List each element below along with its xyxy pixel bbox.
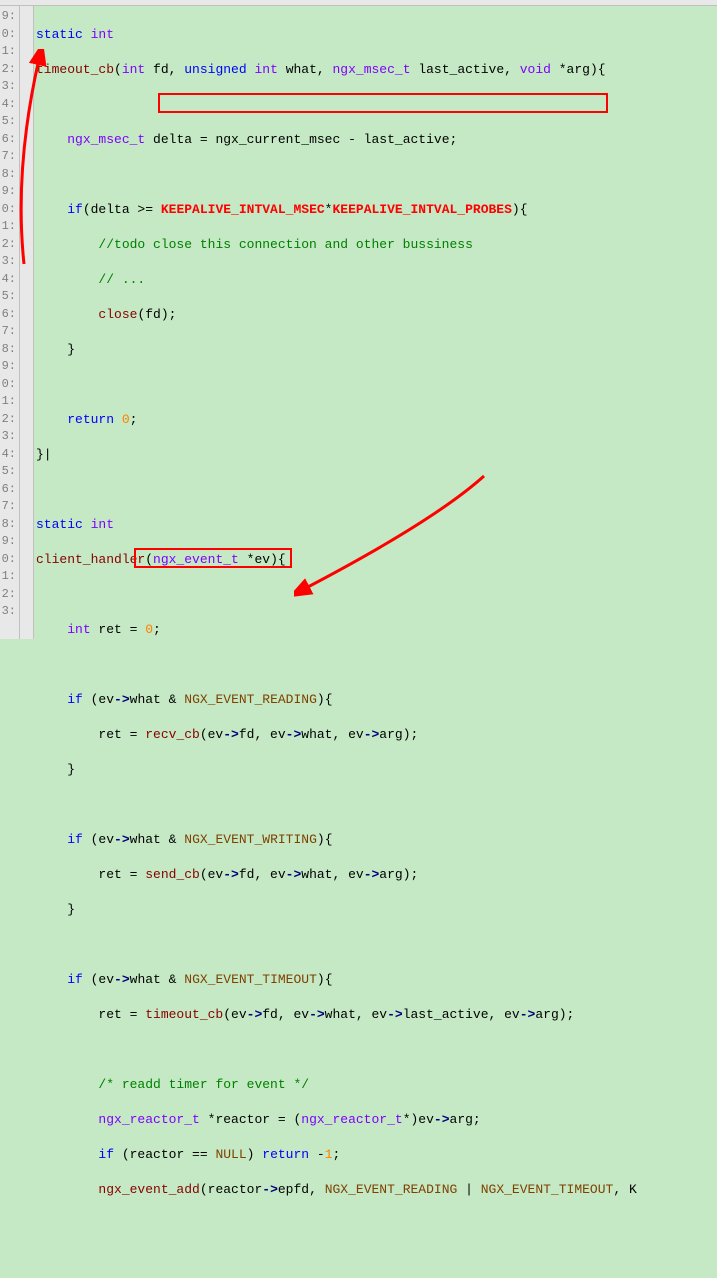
code-line: if (ev->what & NGX_EVENT_TIMEOUT){ <box>36 971 717 989</box>
line-number: 1: <box>0 218 19 236</box>
line-number: 8: <box>0 166 19 184</box>
code-editor: 9: 0: 1: 2: 3: 4: 5: 6: 7: 8: 9: 0: 1: 2… <box>0 6 717 639</box>
code-line <box>36 1041 717 1059</box>
code-line <box>36 796 717 814</box>
code-line: /* readd timer for event */ <box>36 1076 717 1094</box>
code-line: } <box>36 901 717 919</box>
code-line: ngx_msec_t delta = ngx_current_msec - la… <box>36 131 717 149</box>
line-number: 0: <box>0 376 19 394</box>
code-line: ret = timeout_cb(ev->fd, ev->what, ev->l… <box>36 1006 717 1024</box>
line-number: 3: <box>0 428 19 446</box>
line-number: 1: <box>0 43 19 61</box>
code-line: } <box>36 341 717 359</box>
code-line: if (ev->what & NGX_EVENT_WRITING){ <box>36 831 717 849</box>
line-number-gutter: 9: 0: 1: 2: 3: 4: 5: 6: 7: 8: 9: 0: 1: 2… <box>0 6 20 639</box>
code-line: if (ev->what & NGX_EVENT_READING){ <box>36 691 717 709</box>
line-number: 5: <box>0 113 19 131</box>
line-number: 6: <box>0 131 19 149</box>
code-line: static int <box>36 26 717 44</box>
line-number: 0: <box>0 551 19 569</box>
line-number: 1: <box>0 393 19 411</box>
line-number: 4: <box>0 446 19 464</box>
line-number: 9: <box>0 8 19 26</box>
line-number: 8: <box>0 341 19 359</box>
code-line: //todo close this connection and other b… <box>36 236 717 254</box>
code-line <box>36 936 717 954</box>
line-number: 2: <box>0 61 19 79</box>
line-number: 0: <box>0 26 19 44</box>
line-number: 3: <box>0 603 19 621</box>
code-line <box>36 656 717 674</box>
code-line: } <box>36 761 717 779</box>
line-number: 6: <box>0 306 19 324</box>
code-line: ret = recv_cb(ev->fd, ev->what, ev->arg)… <box>36 726 717 744</box>
code-line: ngx_reactor_t *reactor = (ngx_reactor_t*… <box>36 1111 717 1129</box>
code-line: }| <box>36 446 717 464</box>
line-number: 5: <box>0 288 19 306</box>
line-number: 1: <box>0 568 19 586</box>
code-area[interactable]: static int timeout_cb(int fd, unsigned i… <box>34 6 717 639</box>
code-line: if(delta >= KEEPALIVE_INTVAL_MSEC*KEEPAL… <box>36 201 717 219</box>
code-line: static int <box>36 516 717 534</box>
code-line: return 0; <box>36 411 717 429</box>
code-line: timeout_cb(int fd, unsigned int what, ng… <box>36 61 717 79</box>
line-number: 7: <box>0 148 19 166</box>
line-number: 6: <box>0 481 19 499</box>
code-line: if (reactor == NULL) return -1; <box>36 1146 717 1164</box>
code-line: // ... <box>36 271 717 289</box>
code-line: int ret = 0; <box>36 621 717 639</box>
code-line <box>36 481 717 499</box>
line-number: 0: <box>0 201 19 219</box>
code-line <box>36 96 717 114</box>
line-number: 2: <box>0 236 19 254</box>
code-line <box>36 166 717 184</box>
line-number: 3: <box>0 253 19 271</box>
line-number: 9: <box>0 358 19 376</box>
code-line: ret = send_cb(ev->fd, ev->what, ev->arg)… <box>36 866 717 884</box>
line-number: 4: <box>0 271 19 289</box>
line-number: 3: <box>0 78 19 96</box>
line-number: 2: <box>0 411 19 429</box>
line-number: 2: <box>0 586 19 604</box>
code-line: ngx_event_add(reactor->epfd, NGX_EVENT_R… <box>36 1181 717 1199</box>
line-number: 7: <box>0 323 19 341</box>
line-number: 8: <box>0 516 19 534</box>
line-number: 7: <box>0 498 19 516</box>
line-number: 9: <box>0 183 19 201</box>
line-number: 5: <box>0 463 19 481</box>
code-line: client_handler(ngx_event_t *ev){ <box>36 551 717 569</box>
code-line: close(fd); <box>36 306 717 324</box>
line-number: 4: <box>0 96 19 114</box>
annotation-arrow-down <box>294 436 494 636</box>
code-line <box>36 376 717 394</box>
code-line <box>36 586 717 604</box>
line-number: 9: <box>0 533 19 551</box>
fold-gutter <box>20 6 34 639</box>
